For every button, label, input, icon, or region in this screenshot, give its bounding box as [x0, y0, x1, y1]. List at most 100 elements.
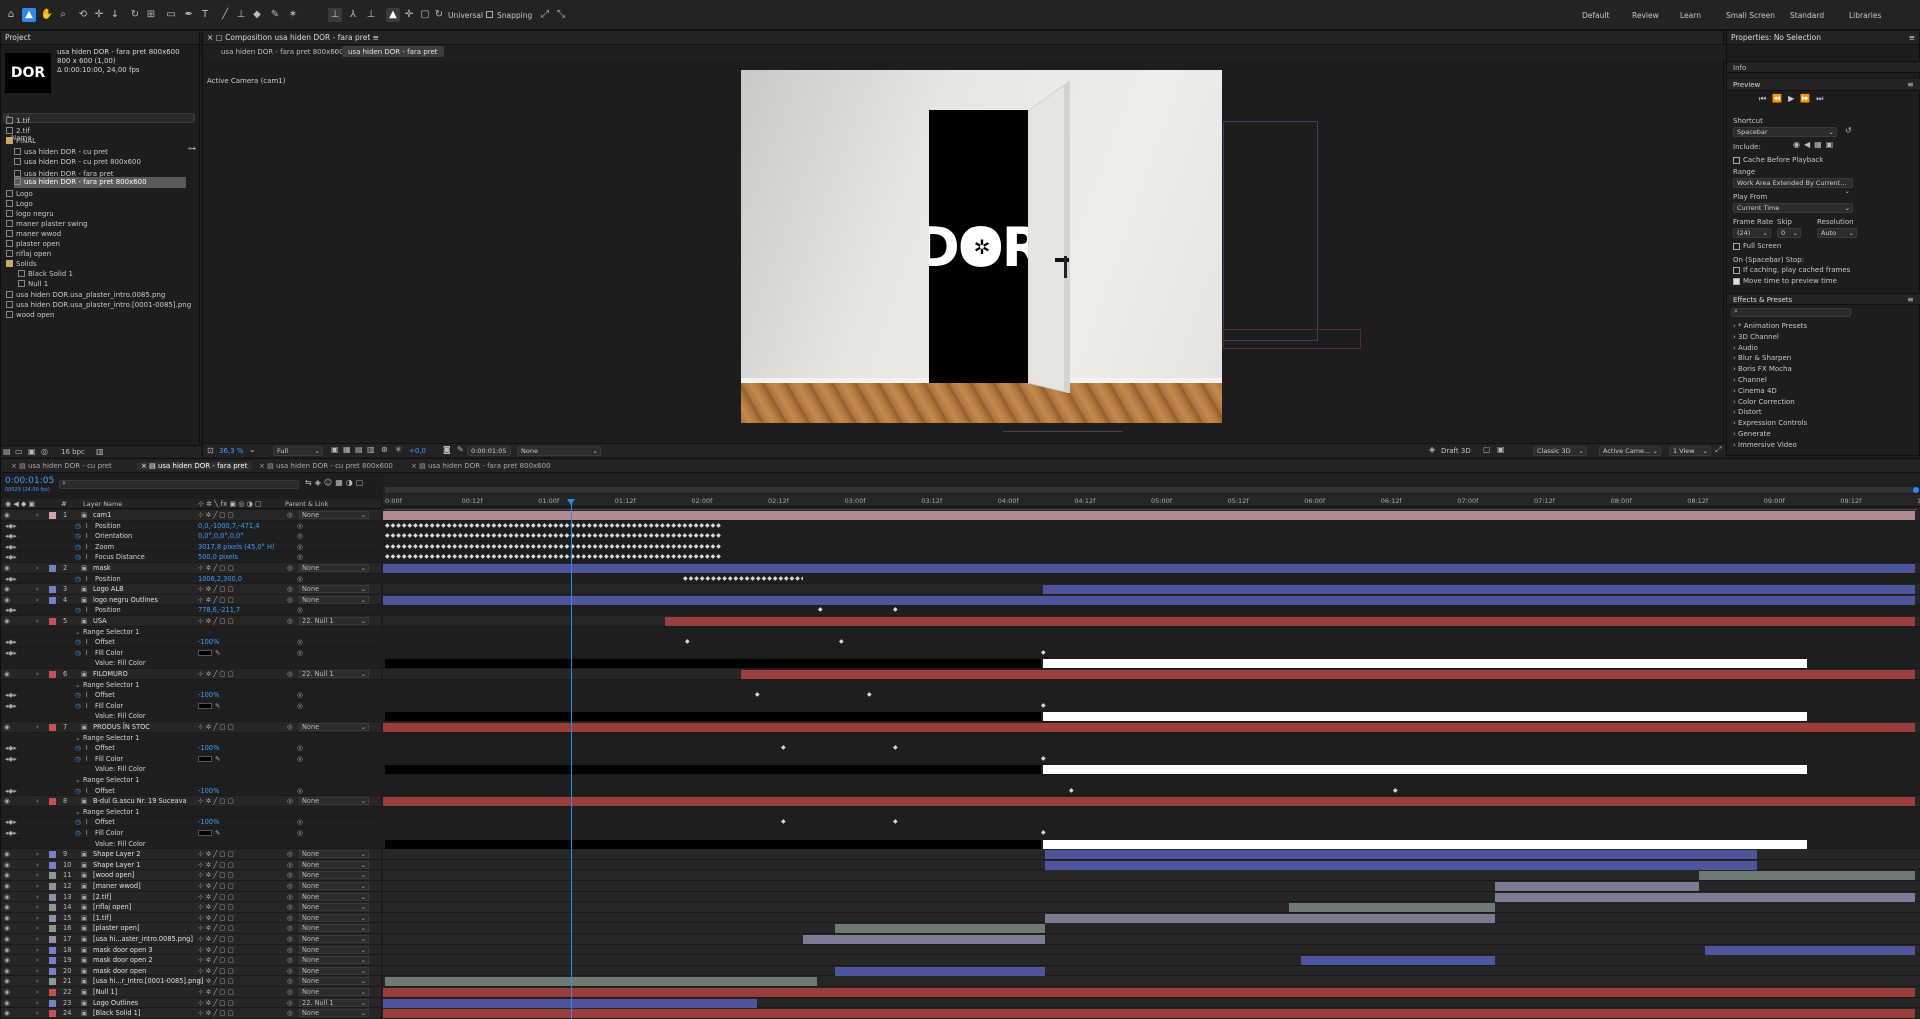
visibility-eye-icon[interactable]: ◉: [4, 934, 10, 945]
timeline-layer-row[interactable]: ◉ › 9 ▣ Shape Layer 2 ⊹ ✲ ╱ ▢ ▢ ◎ None ⌄: [1, 849, 381, 860]
expand-chevron-icon[interactable]: ›: [36, 1008, 39, 1019]
snapshot-camera-icon[interactable]: ◙: [443, 445, 451, 454]
always-preview-icon[interactable]: ⊡: [207, 446, 214, 455]
layer-name[interactable]: logo negru Outlines: [93, 595, 158, 606]
visibility-eye-icon[interactable]: ◉: [4, 966, 10, 977]
include-audio-icon[interactable]: ◀: [1804, 140, 1814, 149]
timeline-layer-row[interactable]: ◉ › 23 ▣ Logo Outlines ⊹ ✲ ╱ ▢ ▢ ◎ 22. Null 1 ⌄: [1, 997, 381, 1009]
keyframe-icon[interactable]: ◆: [1041, 701, 1047, 711]
pickwhip-icon[interactable]: ◎: [287, 595, 293, 606]
layer-switches-icons[interactable]: ⊹ ✲ ╱ ▢ ▢: [198, 955, 234, 966]
layer-duration-bar[interactable]: [385, 712, 1041, 722]
visibility-eye-icon[interactable]: ◉: [4, 616, 10, 627]
current-time-field[interactable]: 0:00:01:05: [467, 446, 511, 456]
layer-property-row[interactable]: ⌄ Range Selector 1: [1, 679, 381, 691]
expand-chevron-icon[interactable]: ›: [36, 955, 39, 966]
move-time-checkbox[interactable]: [1733, 278, 1740, 285]
layer-duration-bar[interactable]: [1043, 839, 1807, 849]
layer-name[interactable]: mask door open 2: [93, 955, 153, 966]
parent-dropdown[interactable]: None ⌄: [299, 966, 369, 975]
panel-menu-icon[interactable]: ≡: [1907, 295, 1914, 304]
stopwatch-icon[interactable]: ◷: [75, 817, 81, 828]
expand-chevron-icon[interactable]: ›: [36, 902, 39, 913]
resolution-dropdown-preview[interactable]: Auto ⌄: [1817, 228, 1857, 238]
expression-pickwhip-icon[interactable]: ◎: [297, 828, 303, 839]
snap-extend-icon[interactable]: ⤢: [538, 8, 552, 22]
layer-property-row[interactable]: ⌄ Range Selector 1: [1, 806, 381, 818]
workspace-review[interactable]: Review: [1632, 11, 1659, 20]
layer-property-row[interactable]: ◂◆▸ ◷ ⌇ Position 778,6,-211,7 ◎: [1, 605, 381, 616]
color-channel-icon[interactable]: ⊛: [381, 445, 388, 454]
layer-switches-icons[interactable]: ⊹ ✲ ╱ ▢ ▢: [198, 860, 234, 871]
stopwatch-icon[interactable]: ◷: [75, 690, 81, 701]
layer-duration-bar[interactable]: [1495, 882, 1699, 891]
rectangle-tool-icon[interactable]: ▭: [164, 8, 178, 22]
expression-pickwhip-icon[interactable]: ◎: [297, 817, 303, 828]
local-axis-icon[interactable]: ⊥: [328, 8, 342, 22]
expression-pickwhip-icon[interactable]: ◎: [297, 542, 303, 553]
keyframe-icon[interactable]: ◆: [685, 637, 691, 647]
close-icon[interactable]: ×: [11, 462, 19, 470]
workspace-small-screen[interactable]: Small Screen: [1726, 11, 1775, 20]
parent-dropdown[interactable]: None ⌄: [299, 871, 369, 880]
property-value[interactable]: 3017,8 pixels (45,0° H): [198, 542, 274, 553]
layer-switches-icons[interactable]: ⊹ ✲ ╱ ▢ ▢: [198, 563, 234, 574]
layer-duration-bar[interactable]: [1705, 945, 1915, 955]
keyframe-diamonds[interactable]: ◆◆◆◆◆◆◆◆◆◆◆◆◆◆◆◆◆◆◆◆◆◆◆◆◆◆◆◆◆◆◆◆◆◆◆◆◆◆◆◆…: [385, 521, 807, 531]
eyedropper-icon[interactable]: ✎: [215, 648, 221, 659]
parent-dropdown[interactable]: 22. Null 1 ⌄: [299, 617, 369, 625]
last-frame-icon[interactable]: ⏭: [1816, 94, 1829, 103]
full-screen-checkbox[interactable]: [1733, 243, 1740, 250]
comp-tab-fara-pret[interactable]: usa hiden DOR - fara pret: [342, 46, 444, 57]
keyframe-icon[interactable]: ◆: [781, 743, 787, 753]
layer-property-row[interactable]: ◂◆▸ ◷ ⌇ Position 0,0,-1000,7,-471,4 ◎: [1, 520, 381, 532]
layer-name[interactable]: cam1: [93, 510, 111, 521]
rotation-tool-icon[interactable]: ↻: [128, 8, 142, 22]
parent-dropdown[interactable]: None ⌄: [299, 892, 369, 901]
layer-duration-bar[interactable]: [1289, 903, 1495, 913]
timeline-layer-row[interactable]: ◉ › 19 ▣ mask door open 2 ⊹ ✲ ╱ ▢ ▢ ◎ None ⌄: [1, 955, 381, 966]
expand-chevron-icon[interactable]: ›: [36, 923, 39, 934]
visibility-eye-icon[interactable]: ◉: [4, 595, 10, 606]
layer-property-row[interactable]: ⌄ Range Selector 1: [1, 732, 381, 744]
layer-property-row[interactable]: ⌄ Range Selector 1: [1, 626, 381, 638]
first-frame-icon[interactable]: ⏮: [1759, 94, 1772, 103]
keyframe-icon[interactable]: ◆: [818, 605, 824, 615]
hand-tool-icon[interactable]: ✋: [40, 8, 54, 22]
effects-category[interactable]: › Color Correction: [1733, 397, 1795, 408]
stopwatch-icon[interactable]: ◷: [75, 605, 81, 616]
visibility-eye-icon[interactable]: ◉: [4, 722, 10, 733]
parent-dropdown[interactable]: None ⌄: [299, 945, 369, 954]
expand-chevron-icon[interactable]: ›: [36, 584, 39, 595]
layer-duration-bar[interactable]: [383, 564, 1915, 573]
layer-duration-bar[interactable]: [1045, 860, 1757, 870]
layer-property-row[interactable]: ◂◆▸ ◷ ⌇ Fill Color ✎ ◎: [1, 828, 381, 839]
pickwhip-icon[interactable]: ◎: [287, 510, 293, 521]
layer-name[interactable]: Shape Layer 1: [93, 860, 140, 871]
layer-name[interactable]: [1.tif]: [93, 913, 111, 924]
color-swatch[interactable]: [198, 649, 212, 656]
layer-property-row[interactable]: ◂◆▸ ◷ ⌇ Offset -100% ◎: [1, 743, 381, 754]
include-overlays-icon[interactable]: ▦: [1814, 140, 1826, 149]
keyframe-diamonds[interactable]: ◆◆◆◆◆◆◆◆◆◆◆◆◆◆◆◆◆◆◆◆◆◆◆◆◆◆◆◆◆◆◆◆◆◆◆◆◆◆◆◆…: [385, 552, 807, 562]
timeline-layer-row[interactable]: ◉ › 1 ▣ cam1 ⊹ ✲ ╱ ▢ ▢ ◎ None ⌄: [1, 510, 381, 521]
snap-collapse-icon[interactable]: ⤡: [554, 8, 568, 22]
layer-switches-icons[interactable]: ⊹ ✲ ╱ ▢ ▢: [198, 595, 234, 606]
layer-property-row[interactable]: ◂◆▸ ◷ ⌇ Offset -100% ◎: [1, 690, 381, 701]
layer-duration-bar[interactable]: [835, 966, 1045, 976]
layer-label-color[interactable]: [49, 798, 56, 806]
layer-label-color[interactable]: [49, 999, 56, 1007]
interpret-footage-icon[interactable]: ▤: [3, 447, 11, 456]
stopwatch-icon[interactable]: ◷: [75, 552, 81, 563]
timeline-layer-row[interactable]: ◉ › 7 ▣ PRODUS ÎN STOC ⊹ ✲ ╱ ▢ ▢ ◎ None ⌄: [1, 722, 381, 733]
effects-category[interactable]: › 3D Channel: [1733, 332, 1779, 343]
property-value[interactable]: 778,6,-211,7: [198, 605, 240, 616]
magnification-dropdown[interactable]: 36,3 %: [219, 447, 243, 455]
pickwhip-icon[interactable]: ◎: [287, 902, 293, 913]
layer-duration-bar[interactable]: [1043, 595, 1915, 605]
layer-property-row[interactable]: ◂◆▸ ◷ ⌇ Offset -100% ◎: [1, 637, 381, 648]
layer-switches-icons[interactable]: ⊹ ✲ ╱ ▢ ▢: [198, 998, 234, 1009]
expand-chevron-icon[interactable]: ›: [36, 934, 39, 945]
effects-category[interactable]: › Cinema 4D: [1733, 386, 1777, 397]
include-layer-controls-icon[interactable]: ▣: [1826, 140, 1838, 149]
